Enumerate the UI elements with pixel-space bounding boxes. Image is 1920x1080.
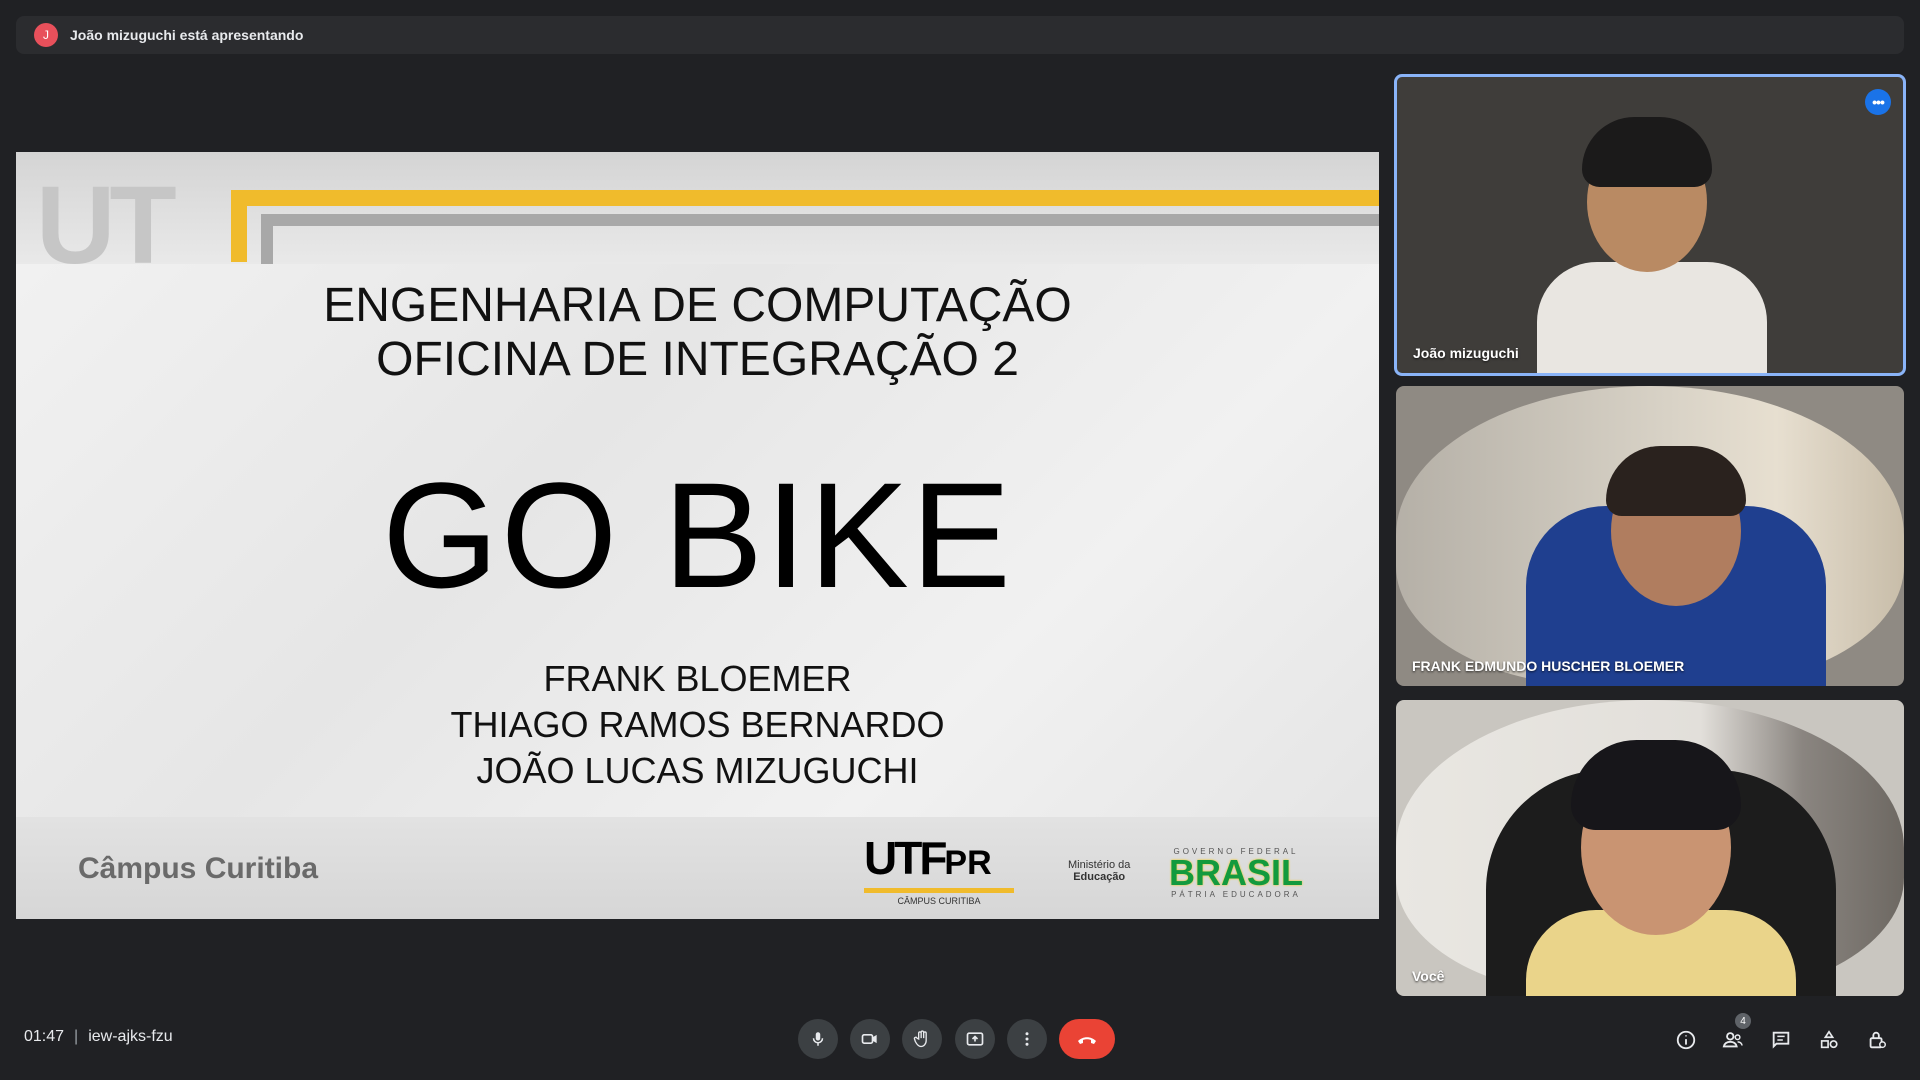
present-button[interactable]	[955, 1019, 995, 1059]
people-button[interactable]	[1720, 1027, 1746, 1053]
participant-tile-self[interactable]: Você	[1396, 700, 1904, 996]
slide-yellow-stripe	[231, 190, 1379, 206]
slide-gray-stripe	[261, 214, 1379, 226]
utfpr-logo-sub: CÂMPUS CURITIBA	[897, 896, 981, 906]
raise-hand-icon	[913, 1030, 927, 1048]
course-line-2: OFICINA DE INTEGRAÇÃO 2	[376, 333, 1019, 386]
host-controls-icon	[1869, 1031, 1886, 1049]
meeting-info-separator: |	[74, 1028, 79, 1045]
microphone-icon	[812, 1032, 824, 1046]
utfpr-logo-line	[864, 888, 1014, 893]
chat-button[interactable]	[1768, 1027, 1794, 1053]
camera-icon	[861, 1034, 877, 1044]
participant-name: Você	[1412, 968, 1445, 984]
presenting-text: João mizuguchi está apresentando	[70, 27, 304, 43]
end-call-button[interactable]	[1059, 1019, 1115, 1059]
slide-yellow-stripe-vertical	[231, 190, 247, 262]
raise-hand-button[interactable]	[902, 1019, 942, 1059]
slide-campus-label: Câmpus Curitiba	[78, 852, 319, 885]
brasil-patria-label: PÁTRIA EDUCADORA	[1171, 890, 1301, 899]
video-person-hair	[1582, 117, 1712, 187]
utfpr-logo-pr: PR	[944, 844, 992, 882]
present-icon	[966, 1032, 984, 1046]
activities-button[interactable]	[1816, 1027, 1842, 1053]
slide-course-title: ENGENHARIA DE COMPUTAÇÃO OFICINA DE INTE…	[16, 279, 1379, 387]
slide-authors: FRANK BLOEMER THIAGO RAMOS BERNARDO JOÃO…	[16, 656, 1379, 794]
more-options-button[interactable]	[1007, 1019, 1047, 1059]
slide-project-title: GO BIKE	[382, 451, 1013, 619]
tile-more-options-icon[interactable]: •••	[1865, 89, 1891, 115]
activities-icon	[1820, 1030, 1838, 1049]
mec-line-1: Ministério da	[1068, 859, 1131, 871]
video-person-hair	[1606, 446, 1746, 516]
course-line-1: ENGENHARIA DE COMPUTAÇÃO	[323, 279, 1072, 332]
slide-watermark-logo: UT	[36, 164, 177, 287]
mec-line-2: Educação	[1073, 871, 1126, 883]
participant-tile[interactable]: FRANK EDMUNDO HUSCHER BLOEMER	[1396, 386, 1904, 686]
video-person-hair	[1571, 740, 1741, 830]
meeting-code: iew-ajks-fzu	[88, 1028, 173, 1045]
people-count-badge: 4	[1735, 1013, 1751, 1029]
utfpr-logo-mark: UTFPR	[864, 832, 992, 884]
people-icon	[1722, 1032, 1743, 1048]
more-options-icon	[1025, 1032, 1029, 1046]
participant-name: FRANK EDMUNDO HUSCHER BLOEMER	[1412, 658, 1685, 674]
meeting-details-button[interactable]	[1673, 1027, 1699, 1053]
presenting-banner: J João mizuguchi está apresentando	[16, 16, 1904, 54]
author-name: THIAGO RAMOS BERNARDO	[450, 704, 945, 745]
participant-tile-presenter[interactable]: ••• João mizuguchi	[1394, 74, 1906, 376]
camera-button[interactable]	[850, 1019, 890, 1059]
presenter-avatar: J	[34, 23, 58, 47]
mec-logo: Ministério da Educação	[1068, 859, 1130, 883]
utfpr-logo: UTFPR CÂMPUS CURITIBA	[864, 832, 1014, 906]
slide-header-band	[16, 152, 1379, 264]
chat-icon	[1772, 1031, 1790, 1049]
presentation-slide: UT ENGENHARIA DE COMPUTAÇÃO OFICINA DE I…	[16, 152, 1379, 919]
end-call-icon	[1078, 1037, 1096, 1044]
info-icon	[1676, 1030, 1696, 1050]
brasil-word: BRASIL	[1169, 852, 1303, 893]
meeting-time: 01:47	[24, 1028, 65, 1045]
video-person-body	[1537, 262, 1767, 373]
brasil-logo: GOVERNO FEDERAL BRASIL PÁTRIA EDUCADORA	[1166, 847, 1306, 899]
microphone-button[interactable]	[798, 1019, 838, 1059]
participant-name: João mizuguchi	[1413, 345, 1519, 361]
author-name: JOÃO LUCAS MIZUGUCHI	[476, 750, 919, 791]
meeting-info: 01:47 | iew-ajks-fzu	[24, 1028, 173, 1046]
host-controls-button[interactable]	[1864, 1027, 1890, 1053]
author-name: FRANK BLOEMER	[543, 658, 852, 699]
slide-gray-stripe-vertical	[261, 214, 273, 264]
